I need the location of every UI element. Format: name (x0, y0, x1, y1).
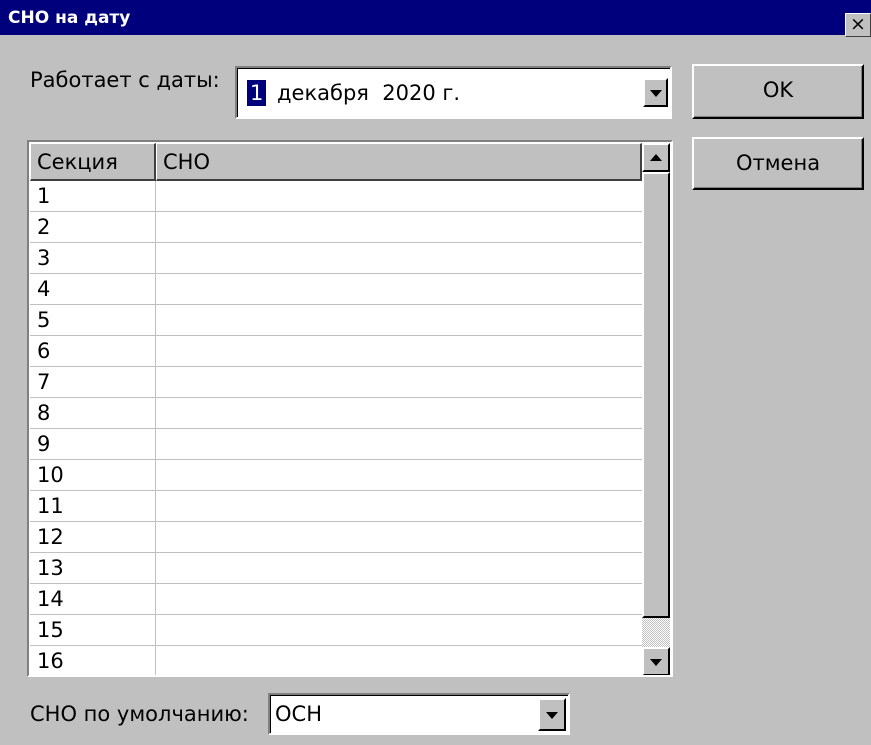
cell-section[interactable]: 9 (30, 429, 156, 460)
cell-sno[interactable] (156, 212, 642, 243)
chevron-down-icon (649, 89, 662, 97)
close-icon: × (850, 13, 866, 35)
cell-sno[interactable] (156, 367, 642, 398)
sno-table[interactable]: Секция СНО 1 2 3 4 5 6 7 8 9 10 11 12 13 14 15 16 (27, 140, 673, 677)
scroll-down-button[interactable] (642, 647, 670, 675)
cell-sno[interactable] (156, 553, 642, 584)
cancel-button-label: Отмена (735, 151, 821, 175)
cell-section[interactable]: 12 (30, 522, 156, 553)
cell-section[interactable]: 4 (30, 274, 156, 305)
scroll-track[interactable] (642, 618, 670, 647)
table-row[interactable]: 2 (30, 212, 642, 243)
table-row[interactable]: 15 (30, 615, 642, 646)
cell-section[interactable]: 3 (30, 243, 156, 274)
table-row[interactable]: 5 (30, 305, 642, 336)
date-label: Работает с даты: (30, 68, 220, 92)
cell-section[interactable]: 11 (30, 491, 156, 522)
table-row[interactable]: 16 (30, 646, 642, 675)
cell-section[interactable]: 15 (30, 615, 156, 646)
table-row[interactable]: 6 (30, 336, 642, 367)
scroll-thumb[interactable] (642, 172, 670, 618)
table-row[interactable]: 8 (30, 398, 642, 429)
cell-section[interactable]: 1 (30, 181, 156, 212)
table-row[interactable]: 13 (30, 553, 642, 584)
date-dropdown-button[interactable] (643, 78, 668, 107)
cell-section[interactable]: 10 (30, 460, 156, 491)
table-body: Секция СНО 1 2 3 4 5 6 7 8 9 10 11 12 13 14 15 16 (30, 143, 642, 675)
cell-section[interactable]: 7 (30, 367, 156, 398)
table-row[interactable]: 7 (30, 367, 642, 398)
cell-sno[interactable] (156, 615, 642, 646)
default-sno-label: СНО по умолчанию: (30, 702, 249, 726)
cell-section[interactable]: 5 (30, 305, 156, 336)
chevron-up-icon (650, 153, 662, 161)
cell-sno[interactable] (156, 429, 642, 460)
cell-sno[interactable] (156, 274, 642, 305)
cell-sno[interactable] (156, 491, 642, 522)
cell-sno[interactable] (156, 460, 642, 491)
table-row[interactable]: 11 (30, 491, 642, 522)
cell-section[interactable]: 13 (30, 553, 156, 584)
cell-sno[interactable] (156, 336, 642, 367)
table-row[interactable]: 1 (30, 181, 642, 212)
scroll-up-button[interactable] (642, 143, 670, 172)
ok-button[interactable]: OK (692, 64, 864, 119)
table-row[interactable]: 12 (30, 522, 642, 553)
title-bar: СНО на дату (0, 0, 871, 35)
table-row[interactable]: 9 (30, 429, 642, 460)
ok-button-label: OK (762, 78, 794, 102)
window-title: СНО на дату (8, 8, 131, 28)
cell-section[interactable]: 6 (30, 336, 156, 367)
cancel-button[interactable]: Отмена (692, 137, 864, 190)
close-button[interactable]: × (845, 13, 871, 37)
vertical-scrollbar[interactable] (642, 143, 670, 675)
date-picker[interactable]: 1 декабря 2020 г. (235, 66, 672, 119)
column-header-section[interactable]: Секция (30, 143, 156, 181)
table-row[interactable]: 4 (30, 274, 642, 305)
cell-sno[interactable] (156, 243, 642, 274)
table-row[interactable]: 14 (30, 584, 642, 615)
default-sno-value: ОСН (275, 702, 322, 726)
date-month-year[interactable]: декабря 2020 г. (277, 80, 460, 106)
cell-sno[interactable] (156, 584, 642, 615)
default-sno-dropdown-button[interactable] (538, 698, 566, 731)
chevron-down-icon (546, 711, 558, 719)
cell-sno[interactable] (156, 181, 642, 212)
table-row[interactable]: 10 (30, 460, 642, 491)
cell-sno[interactable] (156, 305, 642, 336)
chevron-down-icon (650, 658, 662, 666)
cell-section[interactable]: 14 (30, 584, 156, 615)
table-row[interactable]: 3 (30, 243, 642, 274)
cell-section[interactable]: 2 (30, 212, 156, 243)
cell-sno[interactable] (156, 646, 642, 675)
cell-sno[interactable] (156, 522, 642, 553)
date-day-field[interactable]: 1 (247, 80, 267, 106)
cell-section[interactable]: 16 (30, 646, 156, 675)
cell-section[interactable]: 8 (30, 398, 156, 429)
cell-sno[interactable] (156, 398, 642, 429)
default-sno-select[interactable]: ОСН (268, 693, 570, 735)
column-header-sno[interactable]: СНО (156, 143, 642, 181)
